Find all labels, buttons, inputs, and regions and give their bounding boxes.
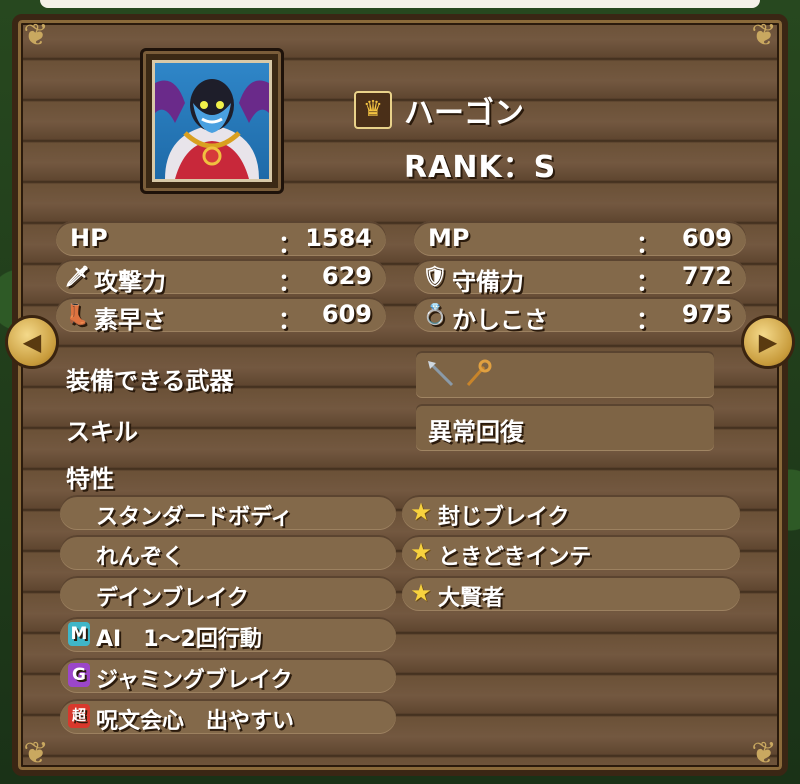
stat-label: 攻撃力 <box>94 268 166 296</box>
super-badge-icon: 超 <box>68 704 90 728</box>
trait-item: ★ ときどきインテ <box>402 535 740 570</box>
corner-ornament-icon: ❦ <box>751 736 777 771</box>
stat-label: 素早さ <box>94 306 166 334</box>
trait-item: ★ 封じブレイク <box>402 495 740 530</box>
staff-icon <box>466 359 492 386</box>
g-badge-icon: G <box>68 663 90 687</box>
star-icon: ★ <box>410 538 432 566</box>
trait-text: れんぞく <box>96 545 185 570</box>
trait-text: 封じブレイク <box>438 505 570 530</box>
trait-text: 大賢者 <box>438 586 505 611</box>
m-badge-icon: M <box>68 622 90 646</box>
trait-text: ジャミングブレイク <box>96 668 293 693</box>
trait-item: ★ 大賢者 <box>402 576 740 611</box>
shield-icon: 🛡 <box>422 264 448 288</box>
corner-ornament-icon: ❦ <box>23 736 49 771</box>
stat-label: かしこさ <box>452 306 548 334</box>
stat-colon: ： <box>278 230 302 258</box>
stat-value: 975 <box>681 300 732 328</box>
skill-box[interactable]: 異常回復 <box>416 404 714 450</box>
stat-value: 629 <box>321 262 372 290</box>
spear-icon <box>428 361 454 387</box>
monster-name: ハーゴン <box>404 96 524 131</box>
stat-speed: 👢 素早さ ： 609 <box>56 297 386 334</box>
trait-item: れんぞく <box>60 535 396 570</box>
stat-value: 609 <box>681 224 732 252</box>
trait-item: G ジャミングブレイク <box>60 658 396 693</box>
stat-hp: HP ： 1584 <box>56 221 386 258</box>
skill-label: スキル <box>66 418 138 446</box>
trait-item: デインブレイク <box>60 576 396 611</box>
prev-monster-button[interactable]: ◀ <box>8 318 56 366</box>
ring-icon: 💍 <box>422 302 448 326</box>
monster-rank: RANK：S <box>404 150 557 185</box>
corner-ornament-icon: ❦ <box>751 18 777 53</box>
skill-value: 異常回復 <box>428 418 524 446</box>
star-icon: ★ <box>410 579 432 607</box>
stat-colon: ： <box>278 306 302 334</box>
top-bar <box>40 0 760 8</box>
equip-label: 装備できる武器 <box>66 367 234 395</box>
equip-weapons-box <box>416 351 714 397</box>
trait-text: AI 1～2回行動 <box>96 627 262 652</box>
stat-value: 609 <box>321 300 372 328</box>
stat-colon: ： <box>278 268 302 296</box>
boot-icon: 👢 <box>64 302 90 326</box>
corner-ornament-icon: ❦ <box>23 18 49 53</box>
trait-item: M AI 1～2回行動 <box>60 617 396 652</box>
traits-label: 特性 <box>66 465 114 493</box>
stat-value: 1584 <box>305 224 372 252</box>
stat-defense: 🛡 守備力 ： 772 <box>414 259 746 296</box>
monster-portrait <box>152 60 272 182</box>
star-icon: ★ <box>410 498 432 526</box>
stat-colon: ： <box>636 268 660 296</box>
trait-item: 超 呪文会心 出やすい <box>60 699 396 734</box>
trait-text: スタンダードボディ <box>96 505 293 530</box>
monster-portrait-icon <box>155 79 269 179</box>
stat-attack: 🗡 攻撃力 ： 629 <box>56 259 386 296</box>
crown-icon: ♛ <box>354 91 392 129</box>
stat-label: MP <box>428 224 470 252</box>
stat-wisdom: 💍 かしこさ ： 975 <box>414 297 746 334</box>
next-monster-button[interactable]: ▶ <box>744 318 792 366</box>
stat-mp: MP ： 609 <box>414 221 746 258</box>
trait-text: ときどきインテ <box>438 545 592 570</box>
stat-label: 守備力 <box>452 268 524 296</box>
trait-text: デインブレイク <box>96 586 249 611</box>
stat-value: 772 <box>681 262 732 290</box>
stat-colon: ： <box>636 230 660 258</box>
trait-item: スタンダードボディ <box>60 495 396 530</box>
trait-text: 呪文会心 出やすい <box>96 709 295 734</box>
stat-colon: ： <box>636 306 660 334</box>
sword-icon: 🗡 <box>64 264 90 288</box>
stat-label: HP <box>70 224 108 252</box>
